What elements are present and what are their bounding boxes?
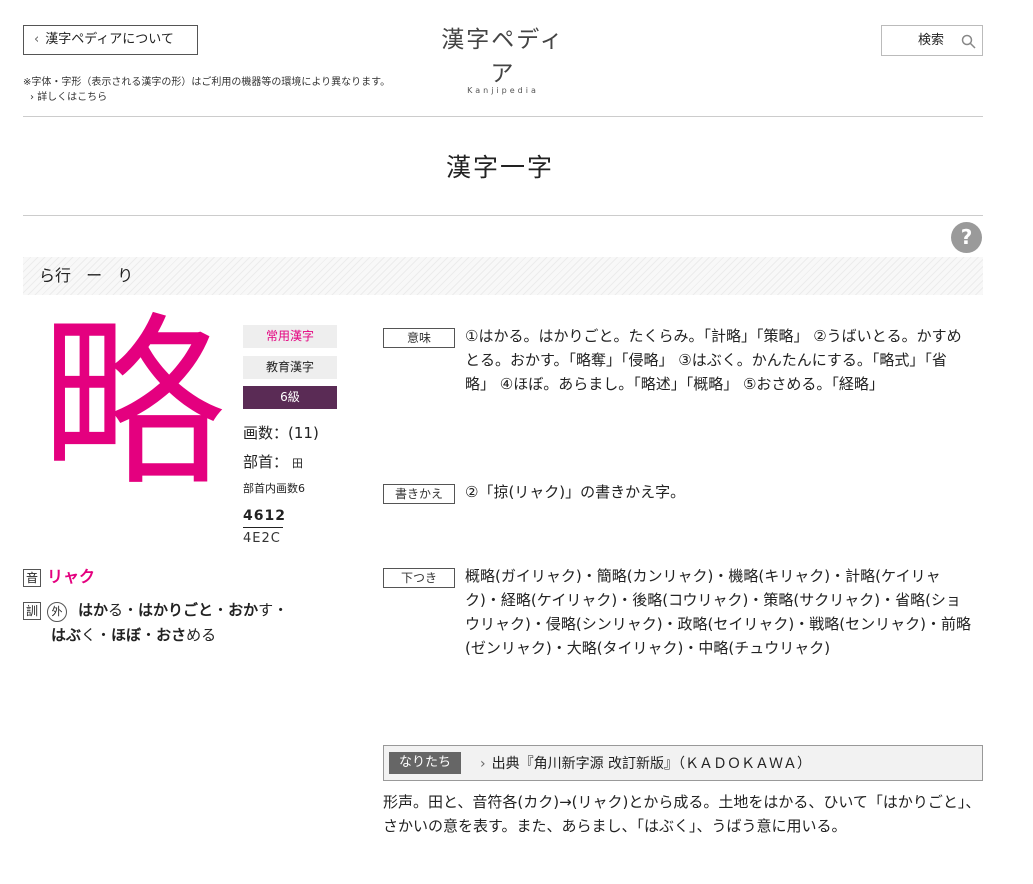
radical-char: 田 xyxy=(292,457,304,470)
kun-segment: ・ xyxy=(213,601,229,619)
kun-label: 訓 xyxy=(23,602,42,620)
kun-segment: ・ xyxy=(141,626,157,644)
logo-en: Kanjipedia xyxy=(467,86,539,95)
naritachi-label: なりたち xyxy=(389,752,461,774)
details-link[interactable]: › 詳しくはこちら xyxy=(30,88,107,103)
main-kanji: 略 xyxy=(40,296,225,512)
radical-inner-strokes: 部首内画数6 xyxy=(243,482,305,495)
unicode: 4E2C xyxy=(243,531,281,546)
tag-grade: 6級 xyxy=(243,386,337,409)
chevron-right-icon: › xyxy=(480,756,486,772)
kun-segment: める xyxy=(186,626,217,644)
naritachi-source-link[interactable]: › 出典『角川新字源 改訂新版』（ＫＡＤＯＫＡＷＡ） xyxy=(480,753,811,773)
naritachi-source: 出典『角川新字源 改訂新版』（ＫＡＤＯＫＡＷＡ） xyxy=(491,756,812,772)
on-label: 音 xyxy=(23,569,42,587)
divider xyxy=(23,215,983,216)
band-sep: ー xyxy=(86,266,103,285)
search-button[interactable]: 検索 xyxy=(881,25,983,56)
kun-segment: はぶ xyxy=(51,626,82,644)
radical-label: 部首： xyxy=(243,453,289,471)
search-icon xyxy=(961,34,976,49)
meaning-label: 意味 xyxy=(383,328,455,348)
kun-readings: はかる・はかりごと・おかす・ はぶく・ほぼ・おさめる xyxy=(51,598,351,648)
site-logo[interactable]: 漢字ペディア Kanjipedia xyxy=(430,20,576,95)
kun-segment: ほぼ xyxy=(111,626,142,644)
page-title: 漢字一字 xyxy=(445,153,554,182)
tag-joyo: 常用漢字 xyxy=(243,325,337,348)
kun-segment: く・ xyxy=(81,626,112,644)
on-reading: リャク xyxy=(47,567,96,586)
kun-segment: す・ xyxy=(258,601,289,619)
divider xyxy=(23,116,983,117)
band-kana: り xyxy=(117,266,134,285)
kun-segment: おさ xyxy=(156,626,187,644)
chevron-left-icon: ‹ xyxy=(34,32,40,47)
radical: 部首：田 xyxy=(243,451,303,472)
about-label: 漢字ペディアについて xyxy=(45,32,174,47)
code-divider xyxy=(243,527,283,528)
on-reading-row: 音リャク xyxy=(23,563,95,587)
rewrite-text: ②「掠(リャク)」の書きかえ字。 xyxy=(465,483,686,501)
naritachi-text: 形声。田と、音符各(カク)→(リャク)とから成る。土地をはかる、ひいて「はかりご… xyxy=(383,793,981,835)
font-note: ※字体・字形（表示される漢字の形）はご利用の機器等の環境により異なります。 xyxy=(23,77,391,88)
stroke-count: 画数：(11) xyxy=(243,424,319,442)
about-kanjipedia-button[interactable]: ‹ 漢字ペディアについて xyxy=(23,25,198,55)
chevron-right-icon: › xyxy=(30,92,34,103)
help-icon[interactable]: ? xyxy=(951,222,982,253)
row-band: ら行 ー り xyxy=(23,257,983,295)
kun-segment: はかりごと xyxy=(138,601,214,619)
kun-segment: おか xyxy=(228,601,259,619)
tag-kyoiku: 教育漢字 xyxy=(243,356,337,379)
details-link-label: 詳しくはこちら xyxy=(37,92,108,103)
logo-jp: 漢字ペディア xyxy=(441,27,565,87)
kun-segment: る・ xyxy=(108,601,139,619)
kun-line: はぶく・ほぼ・おさめる xyxy=(51,623,351,648)
search-label: 検索 xyxy=(918,33,945,48)
kun-line: はかる・はかりごと・おかす・ xyxy=(51,598,351,623)
band-row: ら行 xyxy=(39,266,72,285)
kun-segment: はか xyxy=(78,601,109,619)
jis-code: 4612 xyxy=(243,508,286,524)
meaning-text: ①はかる。はかりごと。たくらみ。「計略」「策略」 ②うばいとる。かすめとる。おか… xyxy=(465,327,962,393)
rewrite-label: 書きかえ xyxy=(383,484,455,504)
shitatsuki-text: 概略(ガイリャク)・簡略(カンリャク)・機略(キリャク)・計略(ケイリャク)・経… xyxy=(465,567,971,657)
shitatsuki-label: 下つき xyxy=(383,568,455,588)
